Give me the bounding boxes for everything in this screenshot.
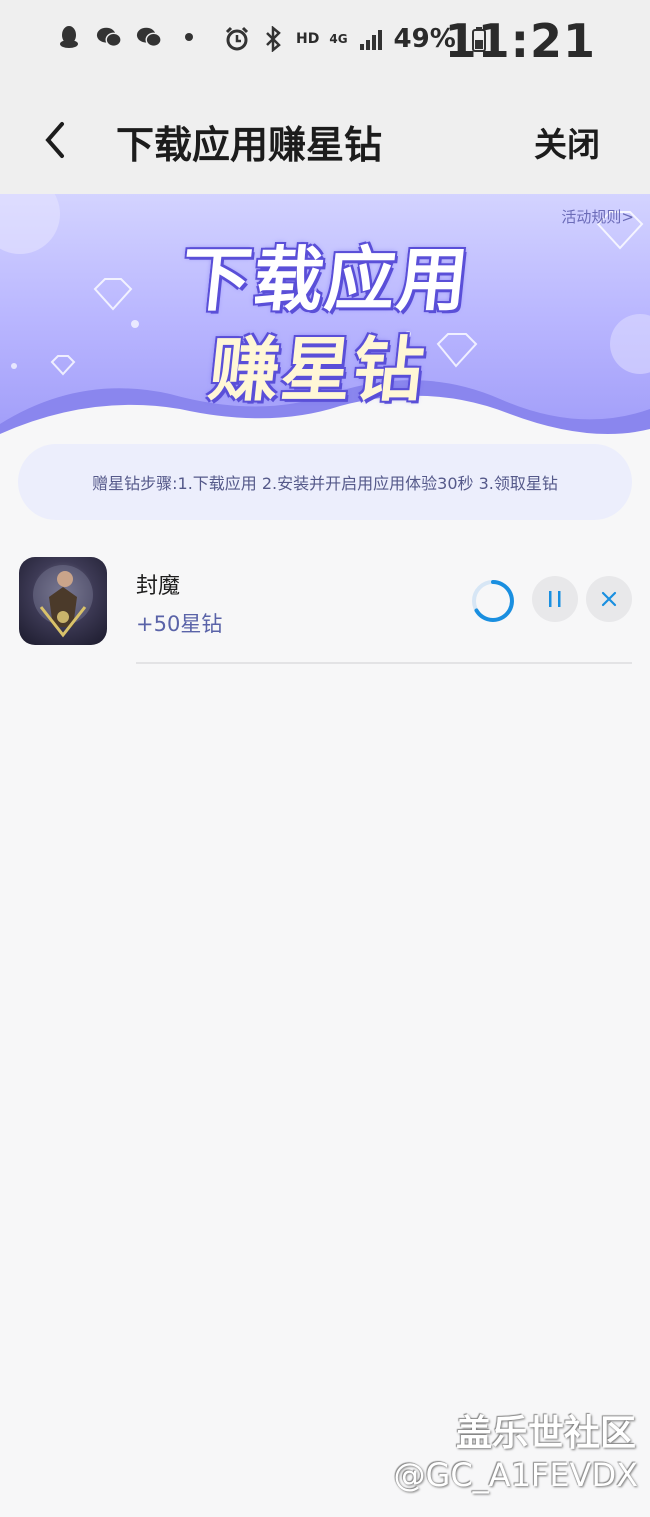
signal-icon <box>358 26 384 52</box>
pause-icon <box>549 591 561 607</box>
top-app-bar: 下载应用赚星钻 关闭 <box>0 86 650 194</box>
watermark-user: @GC_A1FEVDX <box>393 1456 638 1494</box>
notification-icons <box>56 24 202 50</box>
dot-icon <box>176 24 202 50</box>
bluetooth-icon <box>260 26 286 52</box>
page-title: 下载应用赚星钻 <box>116 123 383 167</box>
pause-button[interactable] <box>532 576 578 622</box>
rules-link[interactable]: 活动规则> <box>561 206 634 227</box>
download-progress-spinner <box>470 578 516 624</box>
banner-title-line1: 下载应用 <box>177 239 474 321</box>
close-icon <box>601 591 617 607</box>
status-bar: HD 4G 49% 11:21 <box>0 0 650 86</box>
promo-banner: 活动规则> 下载应用 赚星钻 <box>0 194 650 444</box>
close-button[interactable]: 关闭 <box>534 118 600 166</box>
steps-info: 赠星钻步骤:1.下载应用 2.安装并开启用应用体验30秒 3.领取星钻 <box>18 444 632 520</box>
qq-penguin-icon <box>56 24 82 50</box>
alarm-icon <box>224 26 250 52</box>
cancel-download-button[interactable] <box>586 576 632 622</box>
app-name: 封魔 <box>136 574 181 599</box>
wechat-icon <box>136 24 162 50</box>
banner-title-line2: 赚星钻 <box>205 329 430 411</box>
clock: 11:21 <box>444 14 596 68</box>
wechat-icon <box>96 24 122 50</box>
chevron-left-icon <box>45 122 64 158</box>
app-icon <box>19 557 107 645</box>
steps-text: 赠星钻步骤:1.下载应用 2.安装并开启用应用体验30秒 3.领取星钻 <box>92 474 558 493</box>
divider <box>136 662 632 664</box>
back-button[interactable] <box>30 116 78 164</box>
list-item[interactable]: 封魔 +50星钻 <box>0 540 650 664</box>
spinner-icon <box>472 580 514 622</box>
app-reward: +50星钻 <box>136 612 223 636</box>
hd-indicator: HD <box>296 31 320 47</box>
network-type: 4G <box>329 32 348 46</box>
watermark-brand: 盖乐世社区 <box>455 1413 636 1454</box>
